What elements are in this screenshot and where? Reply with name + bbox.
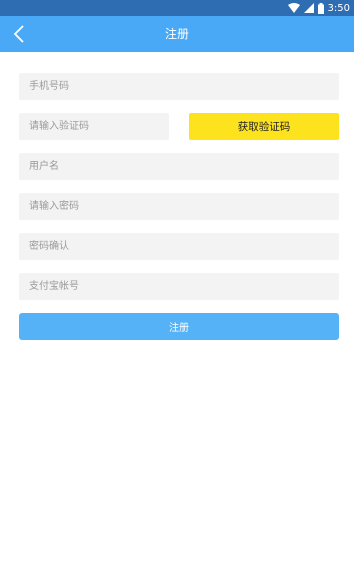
page-title: 注册 [164, 27, 189, 41]
code-field[interactable] [19, 113, 169, 140]
phone-field[interactable] [19, 73, 339, 100]
status-icons: 3:50 [287, 1, 350, 15]
password-input[interactable] [29, 193, 329, 220]
alipay-account-input[interactable] [29, 273, 329, 300]
get-code-button[interactable]: 获取验证码 [189, 113, 339, 140]
signal-icon [303, 3, 314, 13]
code-input[interactable] [29, 113, 159, 140]
alipay-account-field[interactable] [19, 273, 339, 300]
app-header: 注册 [0, 16, 354, 52]
password-field[interactable] [19, 193, 339, 220]
confirm-password-field[interactable] [19, 233, 339, 260]
phone-input[interactable] [29, 73, 329, 100]
battery-icon [317, 2, 324, 14]
confirm-password-input[interactable] [29, 233, 329, 260]
username-field[interactable] [19, 153, 339, 180]
wifi-icon [287, 3, 300, 13]
status-bar: 3:50 [0, 0, 354, 16]
status-time: 3:50 [327, 2, 350, 14]
register-button[interactable]: 注册 [19, 313, 339, 340]
username-input[interactable] [29, 153, 329, 180]
